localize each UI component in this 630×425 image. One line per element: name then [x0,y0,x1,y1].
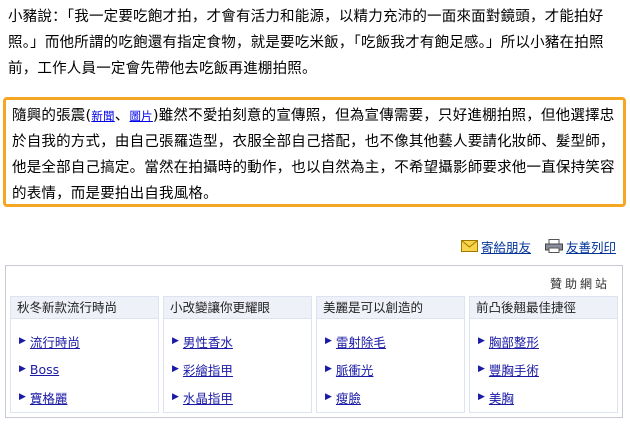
sponsor-item: ▶ 水晶指甲 [164,383,311,411]
sponsor-panel: 贊助網站 秋冬新款流行時尚 ▶ 流行時尚 ▶ Boss ▶ 寶格麗 小改變讓你更耀眼 … [5,265,623,418]
sponsor-item: ▶ 脈衝光 [317,355,464,383]
arrow-icon: ▶ [325,336,332,346]
sponsor-link[interactable]: 彩繪指甲 [183,360,233,379]
photo-link[interactable]: 圖片 [129,109,152,123]
sponsor-item: ▶ 男性香水 [164,327,311,355]
sponsor-item: ▶ 彩繪指甲 [164,355,311,383]
arrow-icon: ▶ [19,336,26,346]
sponsor-column-heading: 秋冬新款流行時尚 [11,297,158,319]
sponsor-column-heading: 前凸後翹最佳捷徑 [470,297,617,319]
link-separator: 、 [114,108,130,124]
sponsor-item: ▶ 寶格麗 [11,383,158,411]
arrow-icon: ▶ [478,364,485,374]
envelope-icon [460,240,478,252]
para2-start: 隨興的張震( [12,108,92,124]
send-to-friend-label: 寄給朋友 [480,239,531,255]
sponsor-item: ▶ 雷射除毛 [317,327,464,355]
sponsor-link[interactable]: 流行時尚 [30,332,80,351]
news-link[interactable]: 新聞 [91,109,114,123]
sponsor-link[interactable]: Boss [30,362,59,377]
arrow-icon: ▶ [19,392,26,402]
sponsor-item: ▶ 胸部整形 [470,327,617,355]
sponsor-item: ▶ 豐胸手術 [470,355,617,383]
sponsor-link[interactable]: 寶格麗 [30,388,68,407]
arrow-icon: ▶ [478,392,485,402]
arrow-icon: ▶ [172,336,179,346]
send-to-friend-button[interactable]: 寄給朋友 [460,237,531,256]
arrow-icon: ▶ [19,364,26,374]
article-paragraph-1: 小豬說：「我一定要吃飽才拍，才會有活力和能源，以精力充沛的一面來面對鏡頭，才能拍… [8,9,604,77]
sponsor-link[interactable]: 瘦臉 [336,388,361,407]
article-paragraph-highlighted: 隨興的張震(新聞、圖片)雖然不愛拍刻意的宣傳照，但為宣傳需要，只好進棚拍照，但他… [3,97,626,207]
sponsor-link[interactable]: 美胸 [489,388,514,407]
sponsor-column-1: 秋冬新款流行時尚 ▶ 流行時尚 ▶ Boss ▶ 寶格麗 [10,296,159,413]
arrow-icon: ▶ [172,364,179,374]
sponsor-item: ▶ 瘦臉 [317,383,464,411]
sponsor-column-heading: 美麗是可以創造的 [317,297,464,319]
arrow-icon: ▶ [478,336,485,346]
print-friendly-label: 友善列印 [565,239,616,255]
sponsor-item: ▶ 流行時尚 [11,327,158,355]
sponsor-link[interactable]: 雷射除毛 [336,332,386,351]
printer-icon [544,239,563,253]
sponsor-link[interactable]: 胸部整形 [489,332,539,351]
sponsor-link[interactable]: 豐胸手術 [489,360,539,379]
sponsor-item: ▶ 美胸 [470,383,617,411]
sponsor-column-2: 小改變讓你更耀眼 ▶ 男性香水 ▶ 彩繪指甲 ▶ 水晶指甲 [163,296,312,413]
arrow-icon: ▶ [172,392,179,402]
arrow-icon: ▶ [325,392,332,402]
sponsor-link[interactable]: 脈衝光 [336,360,374,379]
sponsor-link[interactable]: 男性香水 [183,332,233,351]
print-friendly-button[interactable]: 友善列印 [544,237,616,256]
sponsor-item: ▶ Boss [11,355,158,383]
sponsor-column-3: 美麗是可以創造的 ▶ 雷射除毛 ▶ 脈衝光 ▶ 瘦臉 [316,296,465,413]
sponsor-title: 贊助網站 [549,277,610,291]
sponsor-column-heading: 小改變讓你更耀眼 [164,297,311,319]
sponsor-column-4: 前凸後翹最佳捷徑 ▶ 胸部整形 ▶ 豐胸手術 ▶ 美胸 [469,296,618,413]
sponsor-link[interactable]: 水晶指甲 [183,388,233,407]
article-tools: 寄給朋友 友善列印 [460,237,616,256]
arrow-icon: ▶ [325,364,332,374]
